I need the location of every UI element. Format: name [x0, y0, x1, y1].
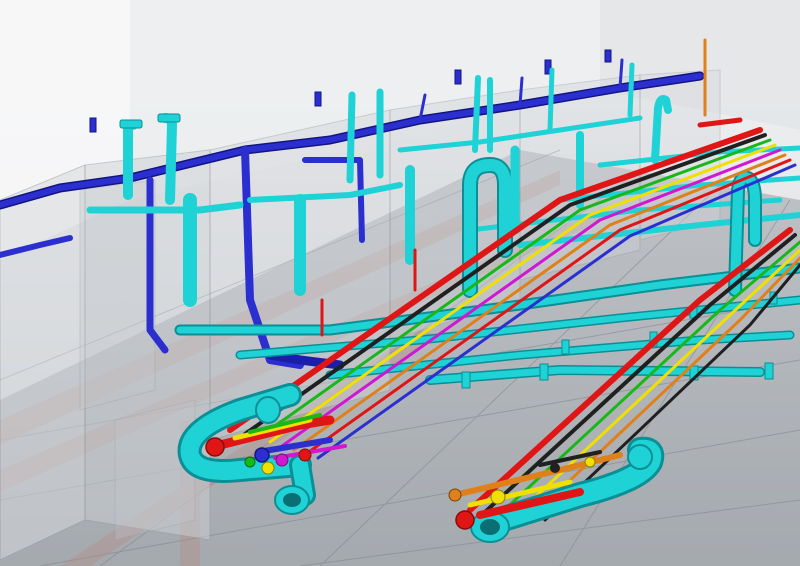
piping-model-scene: [0, 0, 800, 566]
piping-3d-viewport[interactable]: [0, 0, 800, 566]
